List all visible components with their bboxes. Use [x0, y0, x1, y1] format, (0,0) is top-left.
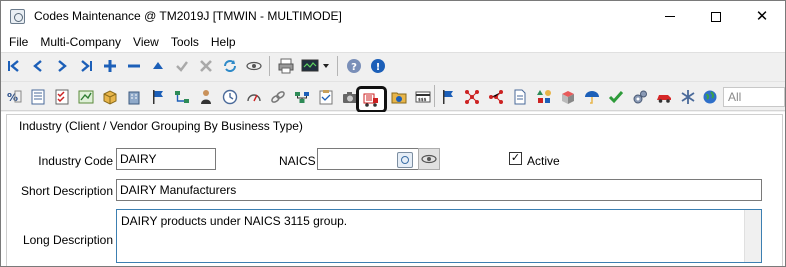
- minimize-button[interactable]: [647, 1, 693, 32]
- minimize-icon: [665, 16, 675, 17]
- title-bar: Codes Maintenance @ TM2019J [TMWIN - MUL…: [1, 1, 785, 32]
- toolbar-separator: [337, 56, 338, 76]
- svg-text:?: ?: [351, 62, 357, 73]
- first-record-icon[interactable]: [5, 57, 23, 75]
- highlighted-toolbar-button[interactable]: [356, 86, 387, 113]
- short-description-field[interactable]: DAIRY Manufacturers: [116, 179, 762, 201]
- add-icon[interactable]: [101, 57, 119, 75]
- chain-link-icon[interactable]: [269, 88, 287, 106]
- shapes-icon[interactable]: [535, 88, 553, 106]
- red-car-icon[interactable]: [655, 88, 673, 106]
- active-label: Active: [527, 154, 560, 168]
- save-check-icon[interactable]: [173, 57, 191, 75]
- app-icon: [10, 9, 25, 24]
- menu-multi-company[interactable]: Multi-Company: [34, 35, 127, 49]
- codes-maintenance-window: Codes Maintenance @ TM2019J [TMWIN - MUL…: [0, 0, 786, 267]
- toolbar-search-input[interactable]: All: [723, 87, 785, 107]
- document-list-icon[interactable]: [29, 88, 47, 106]
- naics-label: NAICS: [279, 154, 316, 168]
- print-icon[interactable]: [277, 57, 295, 75]
- checklist-icon[interactable]: [53, 88, 71, 106]
- box-red-icon[interactable]: [559, 88, 577, 106]
- person-icon[interactable]: [197, 88, 215, 106]
- menu-view[interactable]: View: [127, 35, 165, 49]
- gauge-icon[interactable]: [245, 88, 263, 106]
- cancel-x-icon[interactable]: [197, 57, 215, 75]
- clock-icon[interactable]: [221, 88, 239, 106]
- svg-text:!: !: [376, 62, 381, 73]
- help-icon[interactable]: ?: [345, 57, 363, 75]
- money-folder-icon[interactable]: [390, 88, 408, 106]
- codes-toolbar: % $$$ All: [1, 81, 785, 113]
- industry-code-field[interactable]: DAIRY: [116, 148, 216, 170]
- naics-lookup-icon[interactable]: [397, 152, 413, 168]
- menu-help[interactable]: Help: [205, 35, 242, 49]
- toolbar-separator: [269, 56, 270, 76]
- clipboard-icon[interactable]: [317, 88, 335, 106]
- monitor-dropdown-icon[interactable]: [301, 57, 331, 75]
- delete-icon[interactable]: [125, 57, 143, 75]
- maximize-icon: [711, 11, 721, 22]
- industry-code-label: Industry Code: [38, 154, 113, 168]
- form-content: Industry (Client / Vendor Grouping By Bu…: [1, 112, 785, 266]
- industry-group: Industry (Client / Vendor Grouping By Bu…: [6, 114, 783, 266]
- menu-tools[interactable]: Tools: [165, 35, 205, 49]
- view-eye-icon[interactable]: [245, 57, 263, 75]
- navigation-toolbar: ? !: [1, 52, 785, 79]
- group-title: Industry (Client / Vendor Grouping By Bu…: [19, 119, 303, 133]
- next-record-icon[interactable]: [53, 57, 71, 75]
- refresh-icon[interactable]: [221, 57, 239, 75]
- active-checkbox[interactable]: ✓: [509, 152, 522, 165]
- close-button[interactable]: ✕: [739, 1, 785, 32]
- svg-text:$$$: $$$: [418, 97, 427, 102]
- toolbar-separator: [434, 85, 435, 107]
- long-description-field[interactable]: DAIRY products under NAICS 3115 group.: [116, 209, 762, 263]
- long-description-scrollbar[interactable]: [744, 210, 761, 262]
- short-description-label: Short Description: [20, 184, 113, 198]
- globe-icon[interactable]: [701, 88, 719, 106]
- info-icon[interactable]: !: [369, 57, 387, 75]
- move-up-icon[interactable]: [149, 57, 167, 75]
- document-icon[interactable]: [511, 88, 529, 106]
- long-description-text: DAIRY products under NAICS 3115 group.: [121, 214, 348, 228]
- gears-icon[interactable]: [631, 88, 649, 106]
- building-icon[interactable]: [125, 88, 143, 106]
- package-box-icon[interactable]: [101, 88, 119, 106]
- view-eye-icon: [421, 154, 437, 164]
- maximize-button[interactable]: [693, 1, 739, 32]
- truck-dealer-icon[interactable]: [362, 91, 380, 109]
- previous-record-icon[interactable]: [29, 57, 47, 75]
- menu-bar: File Multi-Company View Tools Help: [1, 32, 785, 52]
- network-red-icon[interactable]: [463, 88, 481, 106]
- naics-view-button[interactable]: [418, 148, 440, 170]
- red-nodes-icon[interactable]: [487, 88, 505, 106]
- chart-image-icon[interactable]: [77, 88, 95, 106]
- long-description-label: Long Description: [22, 233, 113, 247]
- asterisk-icon[interactable]: [679, 88, 697, 106]
- network-icon[interactable]: [293, 88, 311, 106]
- menu-file[interactable]: File: [3, 35, 34, 49]
- blue-flag-icon[interactable]: [439, 88, 457, 106]
- arrow-umbrella-icon[interactable]: [583, 88, 601, 106]
- flag-icon[interactable]: [149, 88, 167, 106]
- credit-card-icon[interactable]: $$$: [414, 88, 432, 106]
- last-record-icon[interactable]: [77, 57, 95, 75]
- percent-code-icon[interactable]: %: [5, 88, 23, 106]
- window-title: Codes Maintenance @ TM2019J [TMWIN - MUL…: [34, 9, 342, 23]
- green-check-icon[interactable]: [607, 88, 625, 106]
- hierarchy-arrow-icon[interactable]: [173, 88, 191, 106]
- close-icon: ✕: [755, 8, 769, 25]
